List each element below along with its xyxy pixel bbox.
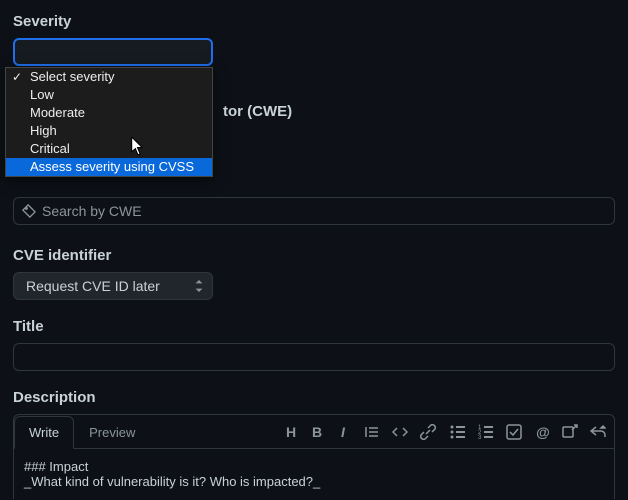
cve-selected-value: Request CVE ID later	[26, 278, 160, 294]
bullet-list-icon[interactable]	[450, 424, 466, 440]
severity-select[interactable]: Select severity Low Moderate High Critic…	[13, 38, 213, 66]
severity-option-placeholder[interactable]: Select severity	[6, 68, 212, 86]
crossreference-icon[interactable]	[562, 424, 578, 440]
tag-icon	[22, 204, 36, 218]
description-section: Description Write Preview H B I 123	[13, 389, 615, 499]
severity-option-critical[interactable]: Critical	[6, 140, 212, 158]
severity-label: Severity	[13, 13, 615, 30]
quote-icon[interactable]	[364, 424, 380, 440]
cve-section: CVE identifier Request CVE ID later	[13, 247, 615, 300]
severity-option-cvss[interactable]: Assess severity using CVSS	[6, 158, 212, 176]
title-label: Title	[13, 318, 615, 335]
description-label: Description	[13, 389, 615, 406]
cwe-label-fragment: tor (CWE)	[223, 103, 292, 120]
svg-text:3: 3	[478, 435, 482, 440]
description-textarea[interactable]: ### Impact _What kind of vulnerability i…	[14, 449, 614, 499]
description-editor: Write Preview H B I 123	[13, 414, 615, 499]
reply-icon[interactable]	[590, 424, 606, 440]
cve-select[interactable]: Request CVE ID later	[13, 272, 213, 300]
numbered-list-icon[interactable]: 123	[478, 424, 494, 440]
severity-option-moderate[interactable]: Moderate	[6, 104, 212, 122]
severity-dropdown[interactable]: Select severity Low Moderate High Critic…	[5, 67, 213, 177]
code-icon[interactable]	[392, 424, 408, 440]
title-section: Title	[13, 318, 615, 371]
editor-toolbar: H B I 123 @	[284, 424, 606, 440]
title-input[interactable]	[13, 343, 615, 371]
body-line-2: _What kind of vulnerability is it? Who i…	[24, 474, 320, 489]
editor-tabs: Write Preview H B I 123	[14, 415, 614, 449]
mention-icon[interactable]: @	[536, 424, 550, 440]
tab-preview[interactable]: Preview	[74, 416, 150, 449]
body-line-1: ### Impact	[24, 459, 88, 474]
tasklist-icon[interactable]	[506, 424, 522, 440]
severity-option-low[interactable]: Low	[6, 86, 212, 104]
cve-label: CVE identifier	[13, 247, 615, 264]
severity-section: Severity Select severity Low Moderate Hi…	[13, 13, 615, 69]
cwe-search-input[interactable]	[42, 203, 606, 219]
italic-icon[interactable]: I	[336, 424, 350, 440]
cwe-search-wrapper[interactable]	[13, 197, 615, 225]
tab-write[interactable]: Write	[14, 416, 74, 449]
link-icon[interactable]	[420, 424, 436, 440]
bold-icon[interactable]: B	[310, 424, 324, 440]
heading-icon[interactable]: H	[284, 424, 298, 440]
severity-option-high[interactable]: High	[6, 122, 212, 140]
chevron-updown-icon	[194, 280, 204, 292]
